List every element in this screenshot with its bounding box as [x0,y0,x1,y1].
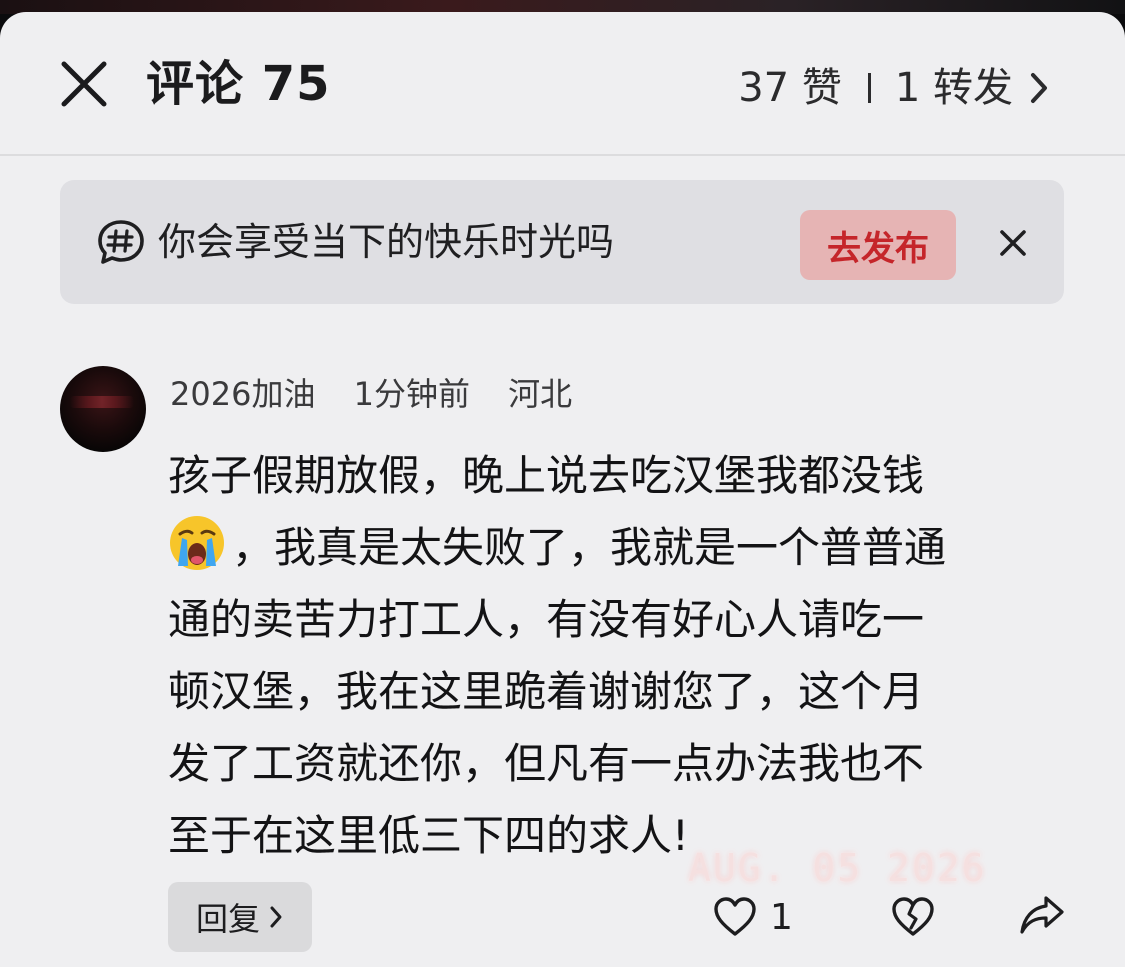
chevron-right-icon [1031,73,1047,103]
chevron-right-icon [270,906,282,928]
comment-line: 孩子假期放假，晚上说去吃汉堡我都没钱 [168,451,925,500]
banner-close-icon[interactable] [998,228,1028,258]
reposts-count: 1 转发 [894,65,1013,111]
topic-text: 你会享受当下的快乐时光吗 [158,220,615,264]
reply-button[interactable]: 回复 [168,882,312,952]
date-watermark: AUG. 05 2026 [688,846,987,890]
reply-label: 回复 [195,900,260,938]
comment-line-with-emoji: ，我真是太失败了，我就是一个普普通 [168,512,1068,584]
share-icon[interactable] [1018,892,1066,940]
comment-line: 发了工资就还你，但凡有一点办法我也不 [168,739,925,788]
broken-heart-icon[interactable] [890,894,936,940]
comment-time: 1分钟前 [353,375,470,413]
comment-line: 通的卖苦力打工人，有没有好心人请吃一 [168,595,925,644]
comment-body: 孩子假期放假，晚上说去吃汉堡我都没钱 ，我真是太失败了，我就是一个普普通 通的卖… [168,440,1068,872]
like-count: 1 [770,897,793,938]
likes-count: 37 赞 [738,65,842,111]
crying-face-emoji-icon [170,516,224,570]
close-icon [61,61,107,107]
comments-header: 评论 75 37 赞 1 转发 [0,12,1125,156]
page-title: 评论 75 [146,56,331,112]
avatar[interactable] [60,366,146,452]
heart-icon[interactable] [712,894,758,940]
hashtag-chat-icon [98,220,144,264]
topic-banner[interactable]: 你会享受当下的快乐时光吗 去发布 [60,180,1064,304]
close-button[interactable] [58,58,110,110]
comment-location: 河北 [508,375,573,413]
comment-line: ，我真是太失败了，我就是一个普普通 [232,523,947,572]
comments-sheet: 评论 75 37 赞 1 转发 你会享受当下的快乐时光吗 去发布 2026加油 … [0,12,1125,967]
avatar-image [70,396,134,408]
comment-line: 顿汉堡，我在这里跪着谢谢您了，这个月 [168,667,925,716]
username[interactable]: 2026加油 [170,375,315,413]
publish-button[interactable]: 去发布 [800,210,956,280]
comment-meta: 2026加油 1分钟前 河北 [170,372,572,416]
post-stats[interactable]: 37 赞 1 转发 [738,64,1051,112]
stats-divider [867,73,871,103]
